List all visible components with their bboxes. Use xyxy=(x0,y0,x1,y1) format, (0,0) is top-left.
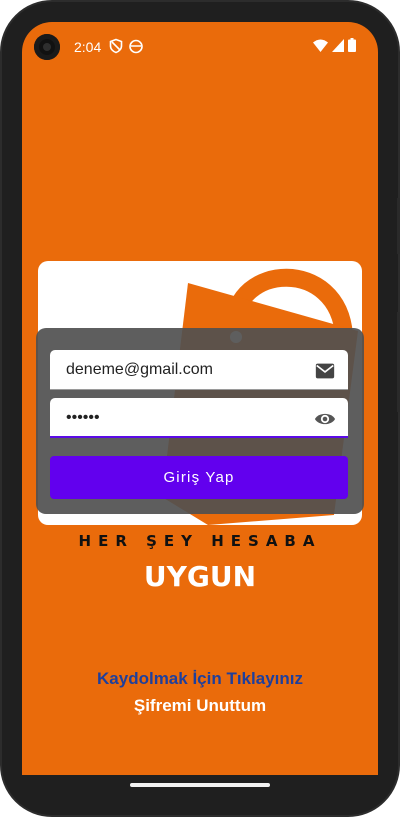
email-field[interactable] xyxy=(50,350,348,390)
gesture-nav-handle[interactable] xyxy=(130,783,270,787)
wifi-icon xyxy=(313,39,328,52)
login-panel: Giriş Yap xyxy=(36,328,364,514)
mail-icon xyxy=(315,363,335,379)
logo-tagline: HER ŞEY HESABA xyxy=(78,532,322,550)
password-field[interactable] xyxy=(50,398,348,438)
system-icons xyxy=(313,38,356,52)
battery-icon xyxy=(348,38,356,52)
cookie-icon xyxy=(129,39,143,54)
status-time: 2:04 xyxy=(74,39,102,55)
login-button[interactable]: Giriş Yap xyxy=(50,456,348,499)
eye-icon[interactable] xyxy=(314,408,336,430)
front-camera xyxy=(34,34,60,60)
email-input[interactable] xyxy=(64,350,308,390)
register-link[interactable]: Kaydolmak İçin Tıklayınız xyxy=(22,669,378,689)
status-bar: 2:04 xyxy=(22,22,378,72)
phone-frame: 2:04 deneme@gmail.com •••••• Giriş Yap H… xyxy=(0,0,400,817)
signal-icon xyxy=(332,38,344,52)
app-screen: 2:04 deneme@gmail.com •••••• Giriş Yap H… xyxy=(22,22,378,775)
password-input[interactable] xyxy=(64,398,308,438)
forgot-password-link[interactable]: Şifremi Unuttum xyxy=(22,696,378,716)
vpn-shield-icon xyxy=(109,38,123,54)
logo-brand-name: UYGUN xyxy=(143,560,257,593)
